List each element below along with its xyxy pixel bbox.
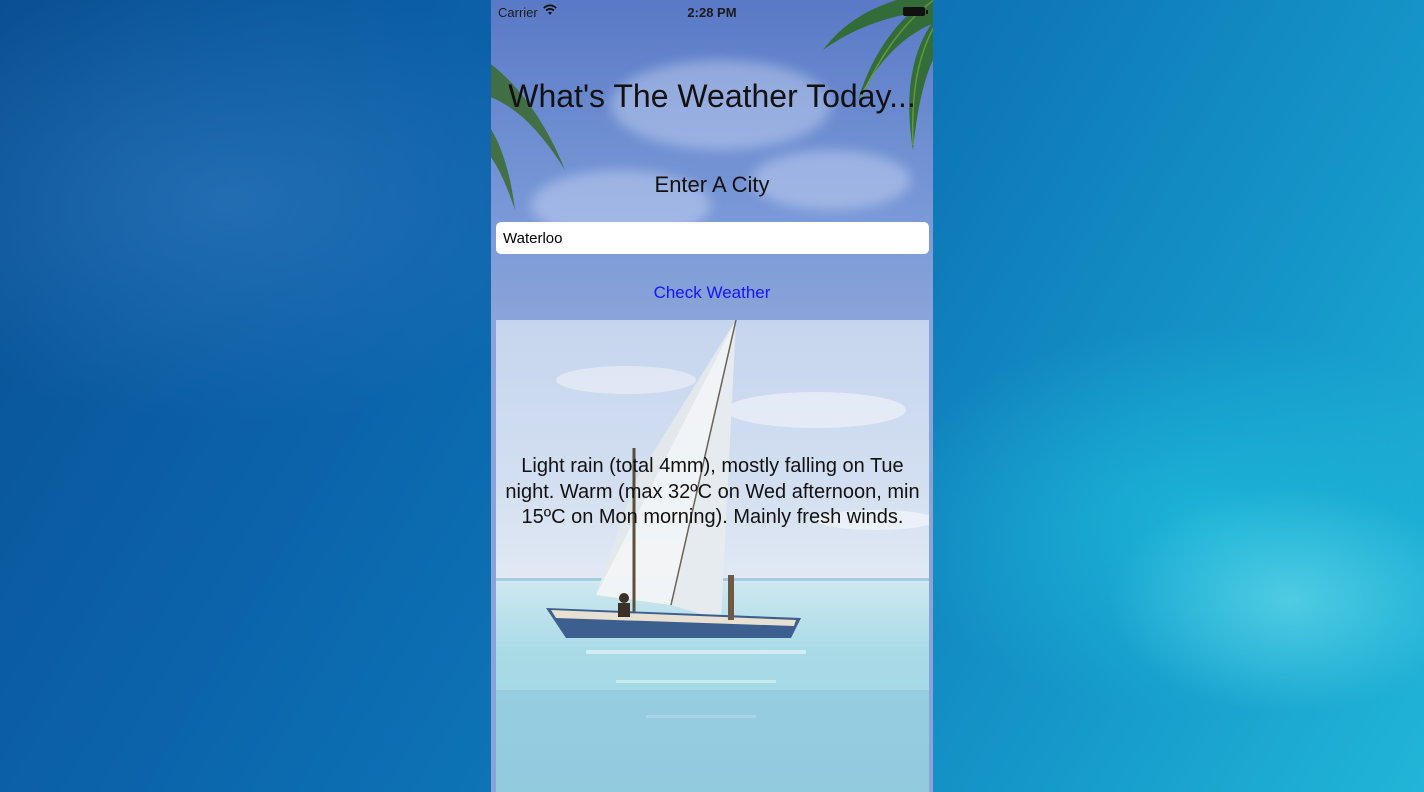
phone-simulator-screen: Carrier 2:28 PM What's The Weather Today… (491, 0, 933, 792)
status-bar: Carrier 2:28 PM (491, 0, 933, 22)
battery-icon (903, 7, 928, 16)
status-time: 2:28 PM (687, 5, 737, 20)
city-input[interactable] (496, 222, 929, 254)
city-prompt-label: Enter A City (654, 172, 770, 197)
app-title: What's The Weather Today... (508, 78, 916, 114)
forecast-text: Light rain (total 4mm), mostly falling o… (505, 455, 920, 528)
sailboat-illustration (496, 320, 929, 792)
sailboat-image (496, 320, 929, 792)
check-weather-button[interactable]: Check Weather (491, 283, 933, 303)
